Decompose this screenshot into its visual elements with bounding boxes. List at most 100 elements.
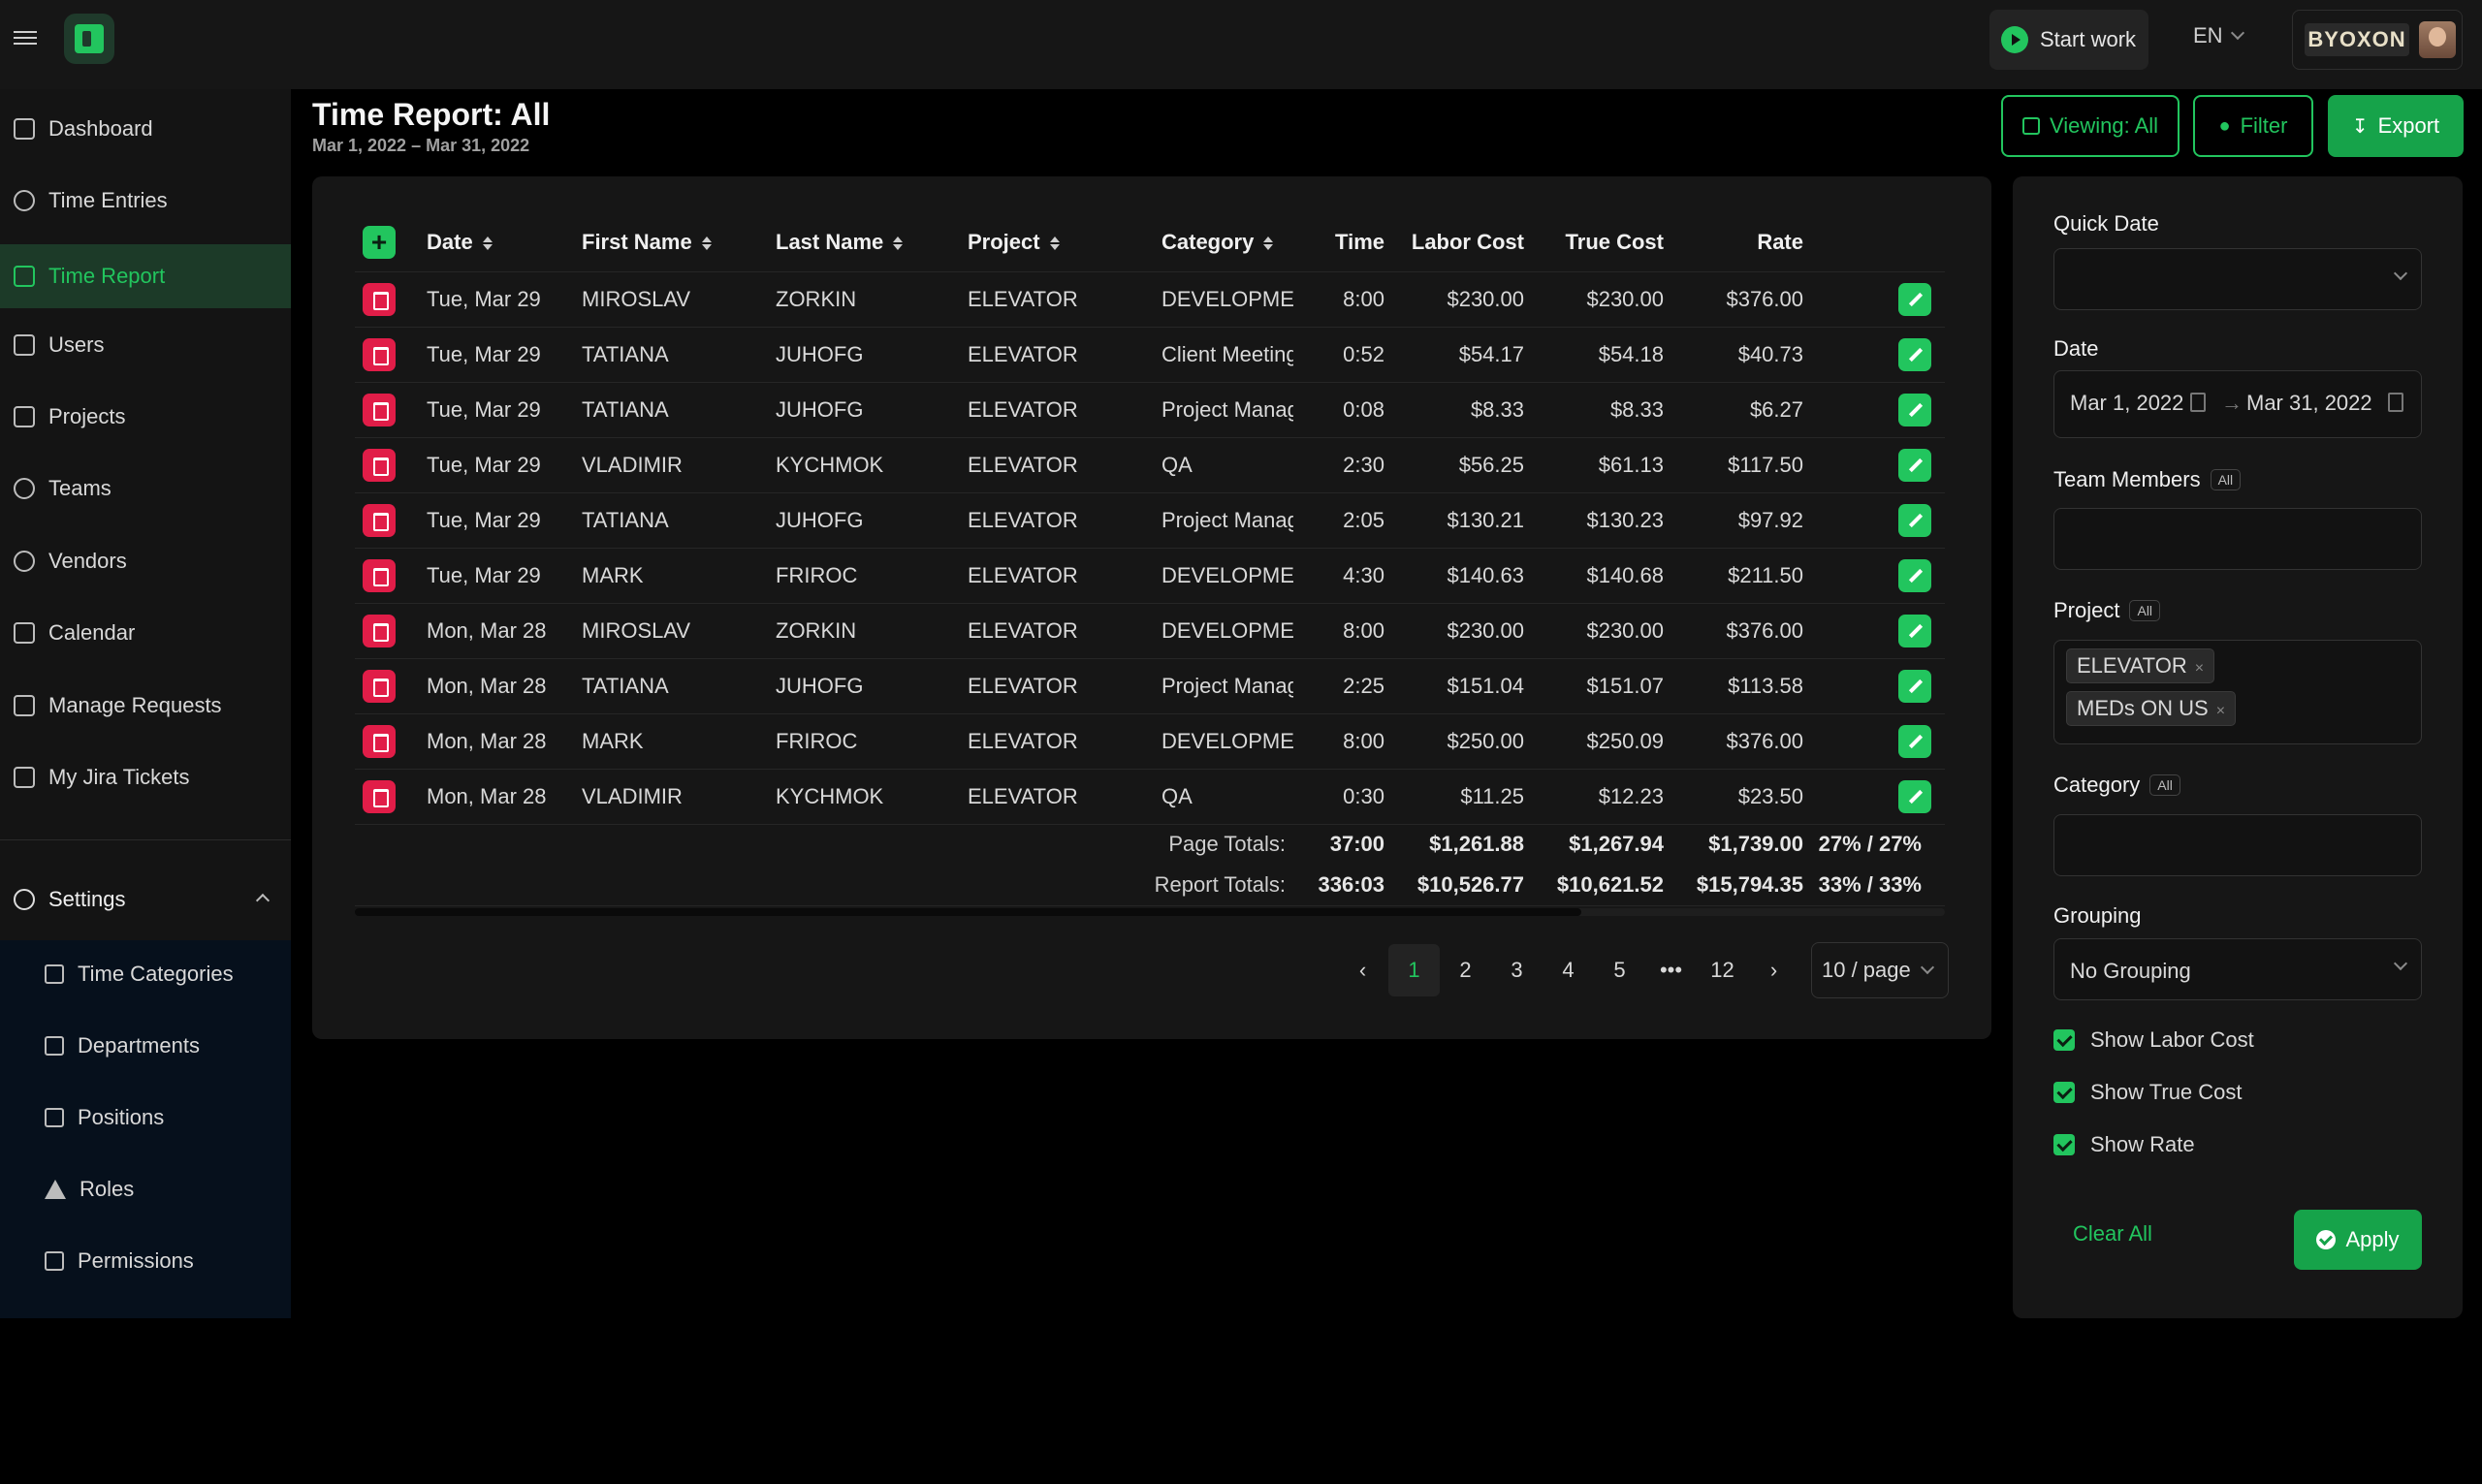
column-header-date[interactable]: Date: [427, 213, 582, 271]
language-select[interactable]: EN: [2193, 23, 2244, 48]
delete-icon[interactable]: [363, 724, 396, 758]
cell-true-cost: $140.68: [1524, 547, 1664, 603]
show-labor-cost-checkbox[interactable]: Show Labor Cost: [2053, 1027, 2254, 1053]
edit-icon[interactable]: [1898, 779, 1931, 813]
sort-icon[interactable]: [1050, 237, 1058, 250]
column-header-category[interactable]: Category: [1161, 213, 1293, 271]
next-page-icon[interactable]: ›: [1748, 944, 1799, 996]
checkbox-checked[interactable]: [2053, 1134, 2075, 1155]
settings-toggle[interactable]: Settings: [0, 872, 291, 927]
quick-date-select[interactable]: [2053, 248, 2422, 310]
delete-icon[interactable]: [363, 779, 396, 813]
sidebar-item-projects[interactable]: Projects: [0, 385, 291, 449]
date-from[interactable]: Mar 1, 2022: [2070, 391, 2183, 416]
page-button[interactable]: 12: [1697, 944, 1748, 996]
date-range-picker[interactable]: Mar 1, 2022 → Mar 31, 2022: [2053, 370, 2422, 438]
edit-icon[interactable]: [1898, 448, 1931, 482]
add-entry-button[interactable]: +: [363, 225, 396, 259]
apply-button[interactable]: Apply: [2294, 1210, 2422, 1270]
checkbox-checked[interactable]: [2053, 1029, 2075, 1051]
delete-icon[interactable]: [363, 503, 396, 537]
start-work-button[interactable]: Start work: [1989, 10, 2148, 70]
more-pages-icon[interactable]: •••: [1645, 944, 1697, 996]
sidebar-item-dashboard[interactable]: Dashboard: [0, 97, 291, 161]
filter-button[interactable]: ● Filter: [2193, 95, 2313, 157]
delete-icon[interactable]: [363, 393, 396, 426]
edit-icon[interactable]: [1898, 337, 1931, 371]
table-row[interactable]: Tue, Mar 29 TATIANA JUHOFG ELEVATOR Project …: [355, 491, 1945, 548]
table-row[interactable]: Tue, Mar 29 TATIANA JUHOFG ELEVATOR Project …: [355, 381, 1945, 437]
app-logo[interactable]: [64, 14, 114, 64]
sidebar-item-permissions[interactable]: Permissions: [0, 1229, 291, 1293]
page-button[interactable]: 1: [1388, 944, 1440, 996]
edit-icon[interactable]: [1898, 614, 1931, 647]
clear-all-button[interactable]: Clear All: [2073, 1221, 2152, 1247]
grouping-select[interactable]: No Grouping: [2053, 938, 2422, 1000]
prev-page-icon[interactable]: ‹: [1337, 944, 1388, 996]
sidebar-item-time-entries[interactable]: Time Entries: [0, 169, 291, 233]
sort-icon[interactable]: [1263, 237, 1271, 250]
category-select[interactable]: [2053, 814, 2422, 876]
sidebar-item-calendar[interactable]: Calendar: [0, 601, 291, 665]
sort-icon[interactable]: [893, 237, 901, 250]
delete-icon[interactable]: [363, 282, 396, 316]
delete-icon[interactable]: [363, 558, 396, 592]
edit-icon[interactable]: [1898, 503, 1931, 537]
column-header-first-name[interactable]: First Name: [582, 213, 776, 271]
cell-rate: $376.00: [1664, 602, 1803, 658]
table-row[interactable]: Mon, Mar 28 VLADIMIR KYCHMOK ELEVATOR QA 0:30…: [355, 768, 1945, 824]
delete-icon[interactable]: [363, 448, 396, 482]
viewing-all-button[interactable]: Viewing: All: [2001, 95, 2180, 157]
sidebar-item-time-report[interactable]: Time Report: [0, 244, 291, 308]
page-button[interactable]: 4: [1543, 944, 1594, 996]
sidebar-item-label: My Jira Tickets: [48, 765, 190, 789]
edit-icon[interactable]: [1898, 669, 1931, 703]
sidebar-item-users[interactable]: Users: [0, 313, 291, 377]
table-row[interactable]: Tue, Mar 29 MIROSLAV ZORKIN ELEVATOR DEVELOP…: [355, 270, 1945, 327]
settings-submenu: Time Categories Departments Positions Ro…: [0, 940, 291, 1318]
close-icon[interactable]: ×: [2195, 660, 2204, 677]
export-button[interactable]: ↧ Export: [2328, 95, 2464, 157]
report-card: + Date First Name Last Name Project Cate…: [312, 176, 1991, 1039]
sidebar-item-vendors[interactable]: Vendors: [0, 529, 291, 593]
project-select[interactable]: ELEVATOR × MEDs ON US ×: [2053, 640, 2422, 744]
table-row[interactable]: Tue, Mar 29 TATIANA JUHOFG ELEVATOR Client M…: [355, 326, 1945, 382]
edit-icon[interactable]: [1898, 282, 1931, 316]
column-header-last-name[interactable]: Last Name: [776, 213, 968, 271]
sidebar-item-departments[interactable]: Departments: [0, 1014, 291, 1078]
table-row[interactable]: Mon, Mar 28 MIROSLAV ZORKIN ELEVATOR DEVELOP…: [355, 602, 1945, 658]
page-button[interactable]: 3: [1491, 944, 1543, 996]
close-icon[interactable]: ×: [2216, 703, 2225, 719]
column-header-project[interactable]: Project: [968, 213, 1161, 271]
page-button[interactable]: 5: [1594, 944, 1645, 996]
sort-icon[interactable]: [483, 237, 491, 250]
delete-icon[interactable]: [363, 337, 396, 371]
sidebar-item-positions[interactable]: Positions: [0, 1086, 291, 1150]
menu-icon[interactable]: [14, 27, 37, 50]
apply-label: Apply: [2345, 1227, 2400, 1251]
table-row[interactable]: Tue, Mar 29 VLADIMIR KYCHMOK ELEVATOR QA 2:30…: [355, 436, 1945, 492]
edit-icon[interactable]: [1898, 558, 1931, 592]
page-button[interactable]: 2: [1440, 944, 1491, 996]
delete-icon[interactable]: [363, 614, 396, 647]
account-menu[interactable]: BYOXON: [2292, 10, 2463, 70]
team-members-select[interactable]: [2053, 508, 2422, 570]
table-row[interactable]: Mon, Mar 28 TATIANA JUHOFG ELEVATOR Project …: [355, 657, 1945, 713]
delete-icon[interactable]: [363, 669, 396, 703]
horizontal-scrollbar[interactable]: [355, 908, 1945, 916]
show-rate-checkbox[interactable]: Show Rate: [2053, 1132, 2195, 1157]
page-size-select[interactable]: 10 / page: [1811, 942, 1949, 998]
date-to[interactable]: Mar 31, 2022: [2246, 391, 2372, 416]
table-row[interactable]: Tue, Mar 29MARKFRIROCELEVATORDEVELOPMENT…: [355, 547, 1945, 603]
sidebar-item-teams[interactable]: Teams: [0, 457, 291, 521]
checkbox-checked[interactable]: [2053, 1082, 2075, 1103]
sidebar-item-jira-tickets[interactable]: My Jira Tickets: [0, 745, 291, 809]
sidebar-item-manage-requests[interactable]: Manage Requests: [0, 674, 291, 738]
edit-icon[interactable]: [1898, 393, 1931, 426]
sort-icon[interactable]: [702, 237, 710, 250]
show-true-cost-checkbox[interactable]: Show True Cost: [2053, 1080, 2243, 1105]
sidebar-item-roles[interactable]: Roles: [0, 1157, 291, 1221]
table-row[interactable]: Mon, Mar 28MARKFRIROCELEVATORDEVELOPMENT…: [355, 712, 1945, 769]
sidebar-item-time-categories[interactable]: Time Categories: [0, 942, 291, 1006]
edit-icon[interactable]: [1898, 724, 1931, 758]
